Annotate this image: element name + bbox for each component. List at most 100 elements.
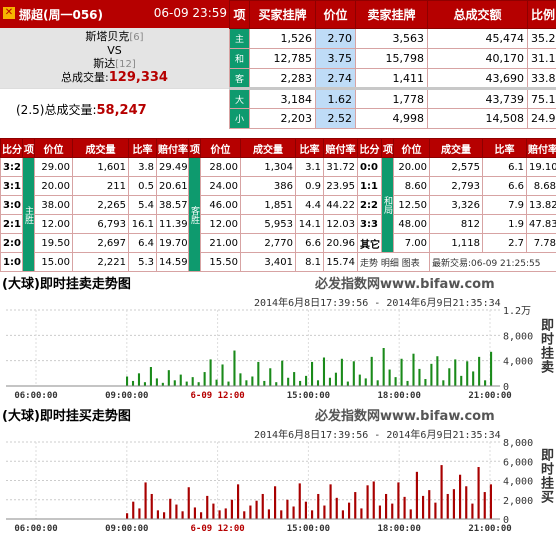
sell-value: 4,998 (355, 108, 428, 129)
chart-bar (406, 380, 409, 386)
chart-bar (150, 493, 153, 519)
score-table: 比分项价位 成交量 比率 赔付率项价位 成交量 比率 赔付率 比分项价位 成交量 比率 赔付率 3:… (0, 138, 556, 272)
payout-value: 8.68 (526, 176, 556, 196)
y-tick-label: 1.2万 (503, 306, 531, 317)
chart-bar (274, 486, 277, 519)
footer-links[interactable]: 走势 明细 图表 (357, 252, 430, 272)
group-home-label: 主胜 (22, 157, 35, 272)
chart-bar (131, 380, 135, 386)
chart-bar (372, 481, 375, 519)
score-col-8: 成交量 (240, 138, 296, 158)
chart-bar (206, 495, 209, 519)
chart-bar (391, 503, 394, 519)
x-tick-label: 06:00:00 (14, 391, 57, 400)
ratio-value: 5.3 (128, 252, 157, 272)
col-buy: 买家挂牌 (249, 0, 316, 29)
chart1-site[interactable]: 必发指数网www.bifaw.com (315, 273, 495, 292)
chart-bar (415, 471, 418, 519)
match-datetime: 06-09 23:59 (153, 6, 227, 20)
price-value: 20.00 (393, 157, 430, 177)
chart-bar (249, 505, 252, 519)
volume-value: 2,265 (72, 195, 129, 215)
home-score: 3:1 (0, 176, 23, 196)
chart-bar (430, 363, 433, 386)
chart-bar (484, 380, 487, 386)
ratio-value: 8.1 (295, 252, 324, 272)
chart-bar (311, 510, 314, 519)
ratio-value: 6.6 (295, 233, 324, 253)
payout-value: 12.03 (323, 214, 358, 234)
ratio-value: 14.1 (295, 214, 324, 234)
volume-value: 6,793 (72, 214, 129, 234)
chart-bar (446, 493, 449, 519)
chart-bar (409, 509, 412, 519)
volume-value: 812 (429, 214, 483, 234)
volume-value: 2,575 (429, 157, 483, 177)
chart-bar (175, 504, 178, 519)
chart-bar (197, 382, 200, 386)
away-rank: [12] (115, 59, 136, 70)
chart-bar (465, 486, 468, 519)
total-value: 40,170 (427, 48, 528, 69)
sell-value: 1,411 (355, 68, 428, 89)
score-col-6: 项 (188, 138, 201, 158)
ratio-value: 7.9 (482, 195, 527, 215)
ratio-value: 0.9 (295, 176, 324, 196)
chart-bar (261, 493, 264, 519)
group-draw-label: 和局 (381, 157, 394, 253)
chart-bar (459, 474, 462, 519)
chart-bar (239, 373, 242, 386)
chart-bar (193, 507, 196, 519)
chart2-site[interactable]: 必发指数网www.bifaw.com (315, 405, 495, 424)
chart-bar (424, 379, 427, 386)
col-price: 价位 (315, 0, 356, 29)
x-tick-label: 09:00:00 (105, 524, 148, 533)
ratio-value: 2.7 (482, 233, 527, 253)
chart-bar (370, 356, 373, 386)
chart-bar (428, 490, 431, 519)
total-volume-label: 总成交量: (61, 71, 109, 84)
chart-bar (316, 380, 320, 386)
home-team[interactable]: 斯塔贝克 (85, 30, 129, 43)
ratio-value: 16.1 (128, 214, 157, 234)
draw-score: 1:1 (357, 176, 382, 196)
ratio-value: 6.4 (128, 233, 157, 253)
chart-bar (227, 381, 230, 386)
score-col-13: 价位 (393, 138, 430, 158)
payout-value: 29.49 (156, 157, 189, 177)
col-sell: 卖家挂牌 (355, 0, 428, 29)
chart-bar (341, 510, 344, 519)
payout-value: 20.61 (156, 176, 189, 196)
score-col-9: 比率 (295, 138, 324, 158)
buy-value: 12,785 (249, 48, 316, 69)
chart-bar (304, 501, 307, 519)
score-header-row: 比分项价位 成交量 比率 赔付率项价位 成交量 比率 赔付率 比分项价位 成交量 比率 赔付率 (0, 138, 556, 158)
score-row: 3:1 20.00 211 0.5 20.61 24.00 386 0.9 23.95 1:1 8.… (0, 176, 556, 196)
chart-bar (323, 505, 326, 519)
away-team[interactable]: 斯达 (93, 57, 115, 70)
chart-bar (245, 380, 248, 386)
chart-bar (434, 502, 437, 519)
chart-bar (376, 380, 379, 386)
x-tick-label: 6-09 12:00 (191, 524, 245, 533)
sell-trend-chart: 1.2万8,0004,000006:00:00 09:00:00 6-09 12:0… (6, 306, 533, 400)
chart-bar (281, 360, 284, 386)
score-col-0: 比分 (0, 138, 23, 158)
chart-bar (237, 484, 240, 519)
chart-bar (287, 377, 290, 386)
match-header: ✕ 挪超(周一056) 06-09 23:59 (0, 0, 229, 28)
payout-value: 31.72 (323, 157, 358, 177)
chart-bar (215, 379, 218, 386)
payout-value: 7.78 (526, 233, 556, 253)
price-value: 48.00 (393, 214, 430, 234)
collapse-icon[interactable]: ✕ (3, 7, 15, 19)
volume-value: 1,851 (240, 195, 296, 215)
x-tick-label: 06:00:00 (14, 524, 57, 533)
chart-bar (267, 509, 270, 519)
y-tick-label: 6,000 (503, 457, 533, 468)
volume-value: 3,401 (240, 252, 296, 272)
ratio-value: 31.1 (527, 48, 556, 69)
chart-bar (179, 374, 182, 386)
price-value: 24.00 (200, 176, 241, 196)
col-ratio: 比例 (527, 0, 556, 29)
